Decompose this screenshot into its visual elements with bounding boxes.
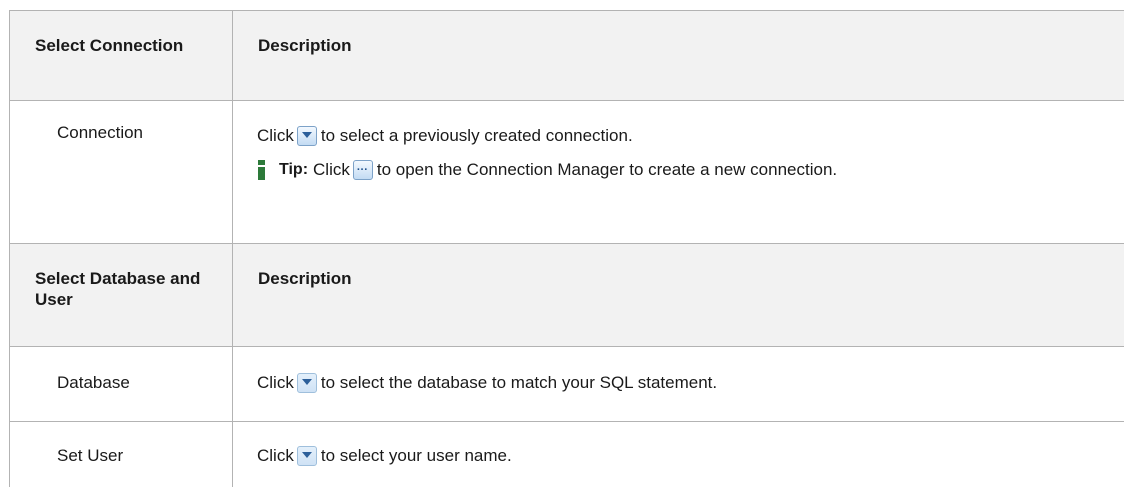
description-line: Click to select your user name. <box>257 445 1124 467</box>
header-cell-description: Description <box>233 244 1124 347</box>
dropdown-arrow-icon <box>297 446 317 466</box>
dropdown-arrow-icon <box>297 373 317 393</box>
row-name: Database <box>10 347 233 422</box>
table-row-database: Database Click to select the database to… <box>10 347 1124 422</box>
section-header-database-user: Select Database and User Description <box>10 244 1124 347</box>
table-row-set-user: Set User Click to select your user name. <box>10 422 1124 487</box>
description-line: Click to select a previously created con… <box>257 125 1124 147</box>
tip-text-after: to open the Connection Manager to create… <box>377 159 837 181</box>
row-description: Click to select your user name. <box>233 422 1124 487</box>
description-text-after: to select a previously created connectio… <box>321 125 633 147</box>
row-description: Click to select a previously created con… <box>233 101 1124 244</box>
options-table: Select Connection Description Connection… <box>9 10 1124 487</box>
dropdown-arrow-icon <box>297 126 317 146</box>
table-row-connection: Connection Click to select a previously … <box>10 101 1124 244</box>
header-cell-description: Description <box>233 11 1124 101</box>
description-text-before: Click <box>257 125 294 147</box>
header-cell-select-connection: Select Connection <box>10 11 233 101</box>
description-text-after: to select the database to match your SQL… <box>321 372 717 394</box>
row-name: Connection <box>10 101 233 244</box>
section-header-connection: Select Connection Description <box>10 11 1124 101</box>
info-icon <box>257 160 266 180</box>
ellipsis-button-icon: ··· <box>353 160 373 180</box>
description-text-after: to select your user name. <box>321 445 512 467</box>
tip-text-before: Click <box>313 159 350 181</box>
header-cell-select-database-user: Select Database and User <box>10 244 233 347</box>
description-line: Click to select the database to match yo… <box>257 372 1124 394</box>
tip-label: Tip: <box>279 159 308 181</box>
tip-note: Tip: Click ··· to open the Connection Ma… <box>257 159 1124 181</box>
row-description: Click to select the database to match yo… <box>233 347 1124 422</box>
description-text-before: Click <box>257 372 294 394</box>
row-name: Set User <box>10 422 233 487</box>
description-text-before: Click <box>257 445 294 467</box>
